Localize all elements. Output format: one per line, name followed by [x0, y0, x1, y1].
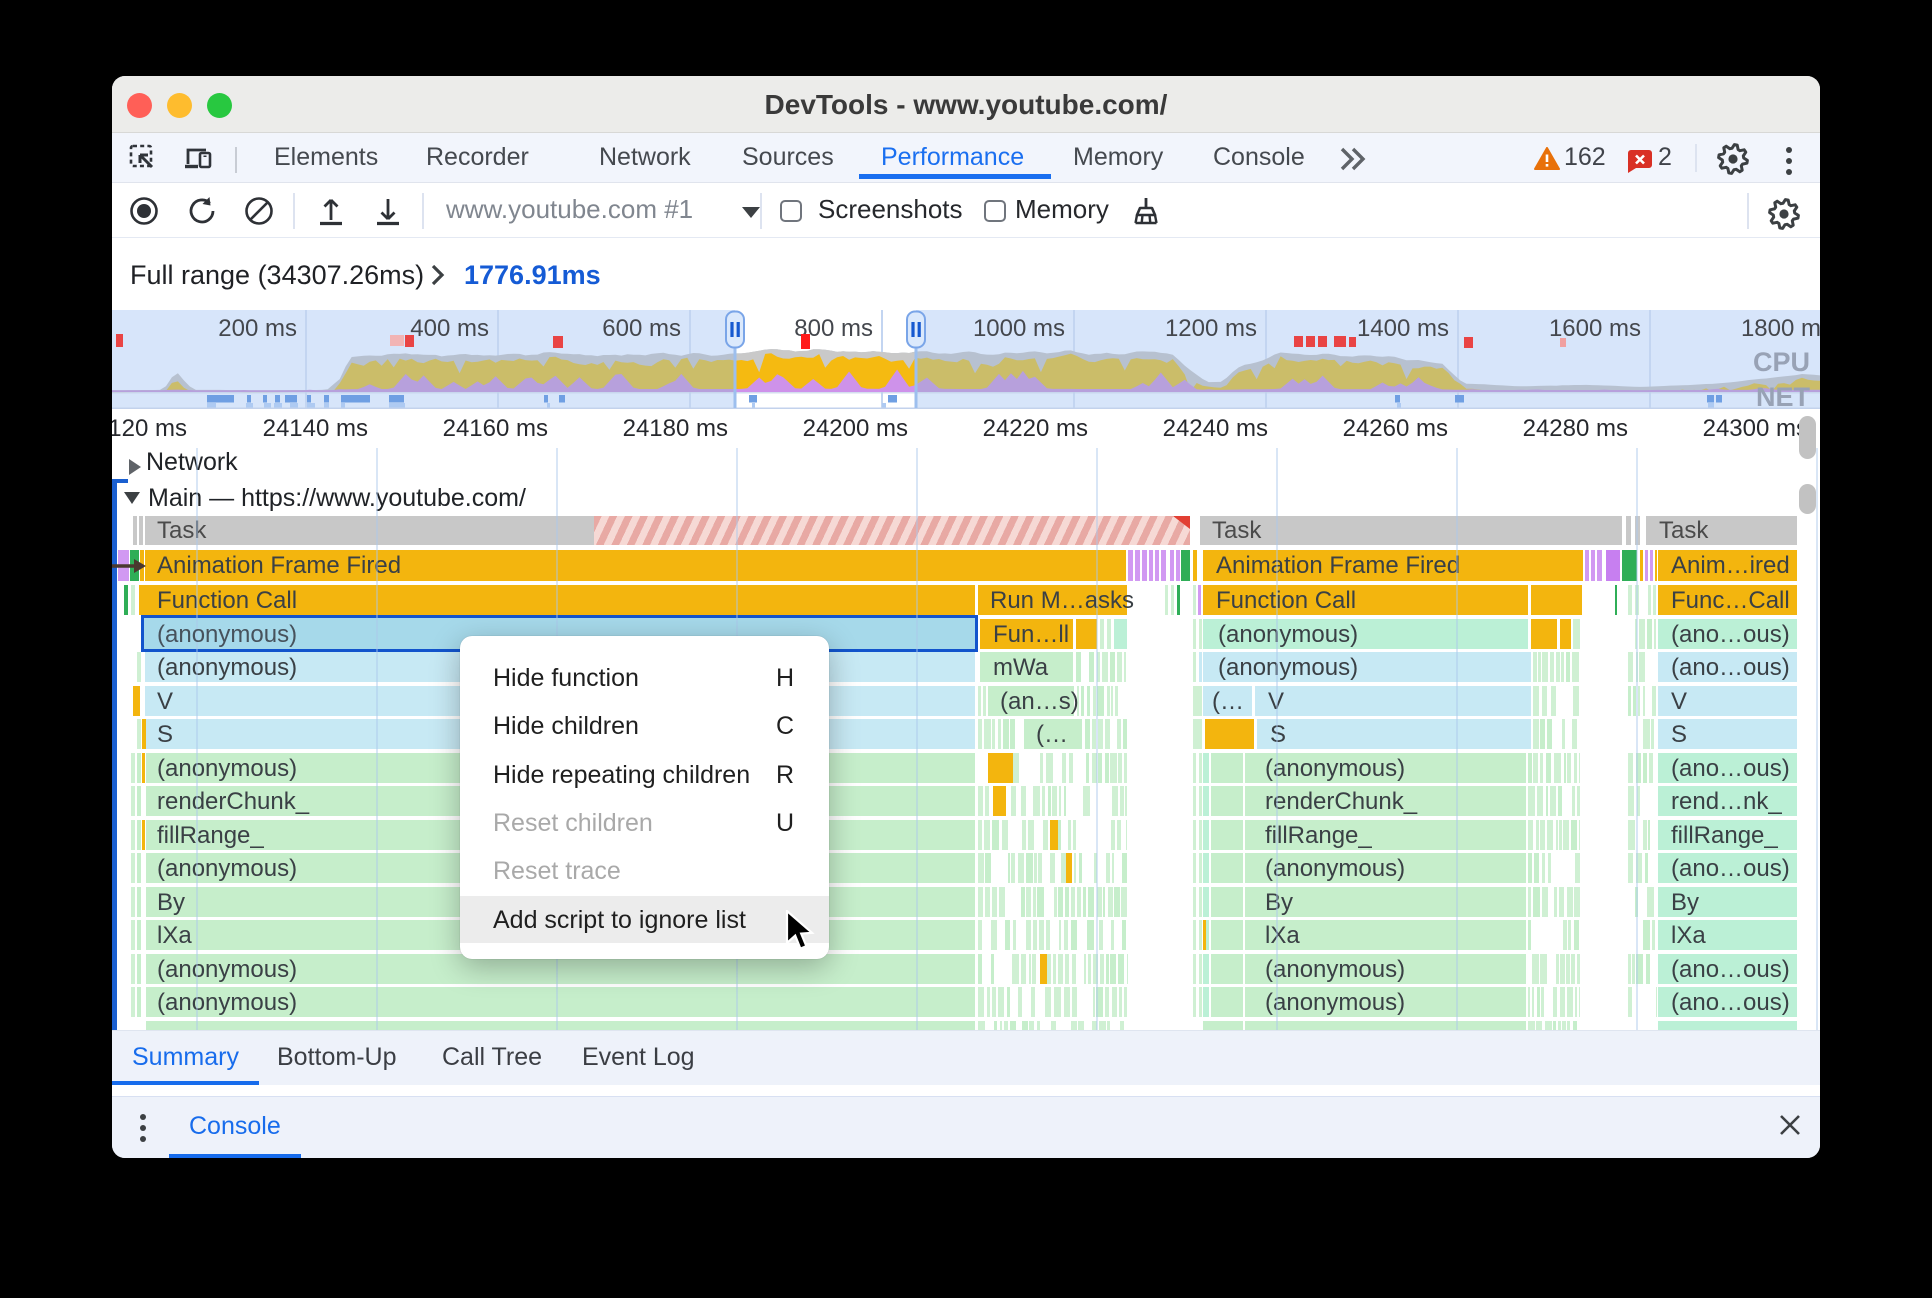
svg-text:400 ms: 400 ms — [410, 315, 489, 342]
svg-text:200 ms: 200 ms — [218, 315, 297, 342]
svg-text:600 ms: 600 ms — [602, 315, 681, 342]
svg-text:NET: NET — [1756, 382, 1811, 409]
svg-text:1800 ms: 1800 ms — [1741, 315, 1820, 342]
svg-text:1200 ms: 1200 ms — [1165, 315, 1257, 342]
svg-text:1000 ms: 1000 ms — [973, 315, 1065, 342]
svg-text:1600 ms: 1600 ms — [1549, 315, 1641, 342]
svg-text:1400 ms: 1400 ms — [1357, 315, 1449, 342]
svg-text:CPU: CPU — [1753, 347, 1810, 377]
